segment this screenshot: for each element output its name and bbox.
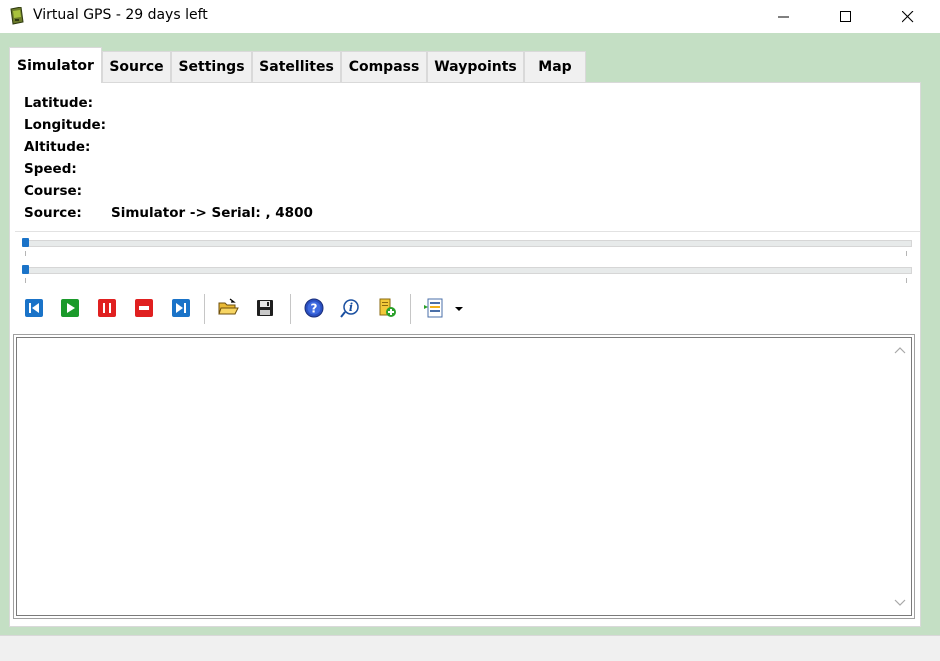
minimize-button[interactable] (753, 0, 815, 33)
add-document-button[interactable] (375, 296, 399, 320)
toolbar-separator (204, 294, 205, 324)
about-button[interactable]: i (338, 296, 362, 320)
speed-label: Speed: (24, 161, 77, 177)
tab-waypoints[interactable]: Waypoints (427, 51, 524, 82)
position-slider-track[interactable] (24, 240, 912, 247)
toolbar-separator (290, 294, 291, 324)
tab-settings[interactable]: Settings (171, 51, 252, 82)
source-value: Simulator -> Serial: , 4800 (111, 205, 313, 221)
svg-text:?: ? (311, 302, 318, 316)
chevron-down-icon (894, 599, 906, 606)
save-button[interactable] (253, 296, 277, 320)
scroll-down-button[interactable] (889, 593, 911, 613)
slider-tick (25, 278, 26, 283)
status-bar (0, 635, 940, 661)
skip-back-icon (25, 299, 43, 317)
longitude-row: Longitude: (24, 117, 524, 139)
toolbar-separator (410, 294, 411, 324)
play-icon (61, 299, 79, 317)
position-slider-thumb[interactable] (22, 238, 29, 247)
title-bar[interactable]: Virtual GPS - 29 days left (0, 0, 940, 33)
folder-open-icon (218, 298, 239, 315)
scroll-up-button[interactable] (889, 340, 911, 360)
divider (15, 231, 920, 232)
latitude-row: Latitude: (24, 95, 524, 117)
document-add-icon (379, 298, 396, 317)
playback-toolbar: ? i (18, 289, 618, 324)
log-scrollbar[interactable] (889, 338, 911, 615)
slider-tick (906, 278, 907, 283)
speed-slider-track[interactable] (24, 267, 912, 274)
log-output-frame (16, 337, 912, 616)
svg-text:i: i (349, 301, 353, 314)
maximize-icon (840, 10, 851, 22)
close-button[interactable] (877, 0, 939, 33)
tab-map[interactable]: Map (524, 51, 586, 82)
tab-compass[interactable]: Compass (341, 51, 427, 82)
simulator-panel: Latitude: Longitude: Altitude: Speed: Co… (9, 82, 921, 627)
log-list-icon (424, 298, 463, 318)
play-button[interactable] (58, 296, 82, 320)
stop-icon (135, 299, 153, 317)
minimize-icon (778, 16, 789, 17)
app-window: Virtual GPS - 29 days left Simulator Sou… (0, 0, 940, 661)
source-row: Source: Simulator -> Serial: , 4800 (24, 205, 524, 227)
skip-to-start-button[interactable] (22, 296, 46, 320)
gps-device-icon (8, 6, 24, 25)
slider-tick (25, 251, 26, 256)
longitude-label: Longitude: (24, 117, 107, 133)
maximize-button[interactable] (815, 0, 877, 33)
close-icon (902, 10, 914, 22)
speed-slider[interactable] (22, 263, 912, 285)
info-icon: i (340, 299, 359, 318)
altitude-row: Altitude: (24, 139, 524, 161)
chevron-up-icon (894, 347, 906, 354)
log-options-dropdown[interactable] (422, 296, 466, 320)
skip-forward-icon (172, 299, 190, 317)
tab-source[interactable]: Source (102, 51, 171, 82)
log-text (21, 342, 881, 611)
open-button[interactable] (216, 296, 240, 320)
window-title: Virtual GPS - 29 days left (33, 7, 208, 23)
course-row: Course: (24, 183, 524, 205)
skip-to-end-button[interactable] (169, 296, 193, 320)
speed-row: Speed: (24, 161, 524, 183)
help-icon: ? (304, 298, 324, 318)
tab-simulator[interactable]: Simulator (9, 47, 102, 83)
altitude-label: Altitude: (24, 139, 91, 155)
slider-tick (906, 251, 907, 256)
log-output[interactable] (13, 334, 915, 619)
pause-icon (98, 299, 116, 317)
help-button[interactable]: ? (302, 296, 326, 320)
stop-button[interactable] (132, 296, 156, 320)
floppy-disk-icon (257, 300, 273, 316)
course-label: Course: (24, 183, 83, 199)
latitude-label: Latitude: (24, 95, 94, 111)
tab-satellites[interactable]: Satellites (252, 51, 341, 82)
source-label: Source: (24, 205, 82, 221)
pause-button[interactable] (95, 296, 119, 320)
position-slider[interactable] (22, 236, 912, 258)
speed-slider-thumb[interactable] (22, 265, 29, 274)
